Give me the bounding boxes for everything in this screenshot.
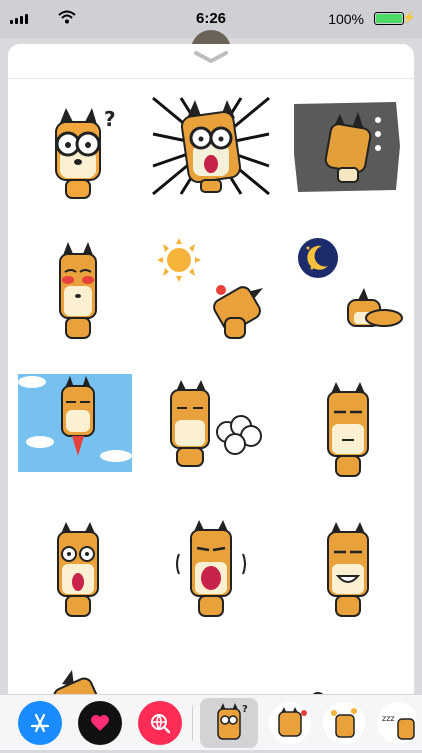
app-store-icon <box>30 713 50 733</box>
sticker-dog-back[interactable] <box>288 94 408 214</box>
sticker-dog-rocket[interactable] <box>18 374 138 494</box>
sticker-dog-question[interactable]: ? <box>18 94 138 214</box>
sticker-dog-blush[interactable] <box>18 234 138 354</box>
sticker-dog-fart[interactable] <box>151 374 271 494</box>
chevron-down-icon <box>194 51 228 63</box>
battery-icon <box>374 12 404 25</box>
sticker-dog-surprised[interactable] <box>18 514 138 634</box>
sticker-dog-grin[interactable] <box>288 514 408 634</box>
collapse-handle[interactable] <box>8 50 414 72</box>
sticker-dog-shocked[interactable] <box>151 94 271 214</box>
divider <box>8 78 414 79</box>
tray-divider <box>192 705 193 741</box>
svg-text:?: ? <box>104 107 116 131</box>
sticker-dog-scream[interactable] <box>151 514 271 634</box>
battery-percent: 100% <box>328 11 364 27</box>
svg-text:?: ? <box>242 704 248 715</box>
sticker-dog-moon[interactable] <box>288 234 408 354</box>
tv-dog-stickers-button-selected[interactable]: ? <box>200 698 258 748</box>
sticker-app-button-1[interactable] <box>268 701 312 745</box>
sticker-dog-sun[interactable] <box>151 234 271 354</box>
sticker-sheet: ? <box>8 44 414 750</box>
sticker-dog-bored[interactable] <box>288 374 408 494</box>
sticker-app-button-3[interactable]: zzz <box>376 701 419 745</box>
app-drawer: ? zzz <box>0 694 422 750</box>
images-search-button[interactable] <box>138 701 182 745</box>
sticker-app-button-2[interactable] <box>322 701 366 745</box>
globe-search-icon <box>151 714 171 734</box>
digital-touch-button[interactable] <box>78 701 122 745</box>
heart-hand-icon <box>91 715 109 731</box>
app-store-button[interactable] <box>18 701 62 745</box>
charging-icon: ⚡ <box>402 12 416 24</box>
svg-text:zzz: zzz <box>382 714 395 723</box>
